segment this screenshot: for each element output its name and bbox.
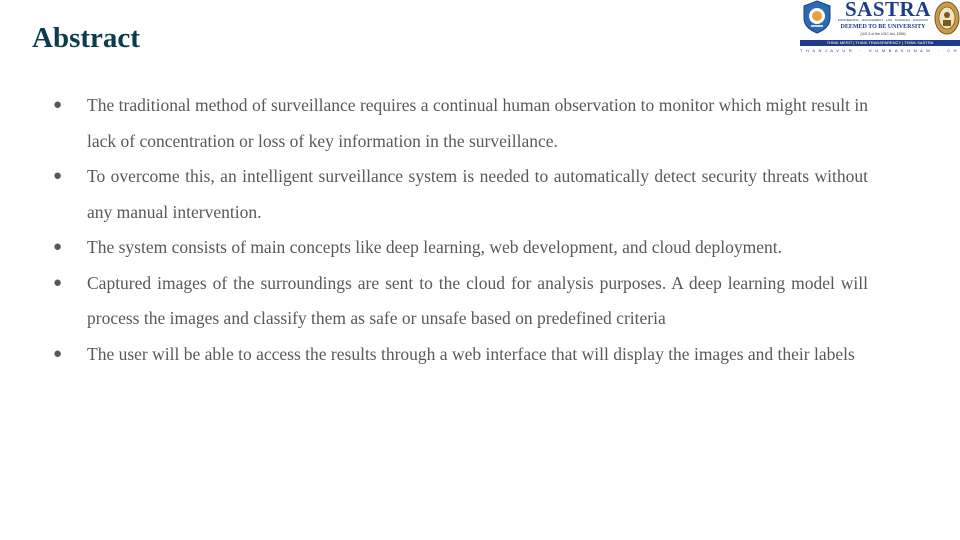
bullet-dot-icon: ● xyxy=(53,239,63,255)
logo-motto-bar: THINK MERIT | THINK TRANSPARENCY | THINK… xyxy=(800,40,960,46)
bullet-text: The system consists of main concepts lik… xyxy=(87,237,782,257)
bullet-text: The traditional method of surveillance r… xyxy=(87,95,868,151)
bullet-dot-icon: ● xyxy=(53,168,63,184)
bullet-item: ● To overcome this, an intelligent surve… xyxy=(53,159,868,230)
slide-title: Abstract xyxy=(32,22,140,54)
bullet-text: Captured images of the surroundings are … xyxy=(87,272,868,329)
logo-cities: THANJAVUR · KUMBAKONAM · CHENNAI xyxy=(800,48,960,53)
bullet-item: ● Captured images of the surroundings ar… xyxy=(53,266,868,337)
logo-ugc: (U/S 3 of the UGC Act, 1956) xyxy=(860,32,906,36)
university-logo: SASTRA ENGINEERING · MANAGEMENT · LAW · … xyxy=(800,0,960,58)
bullet-item: ● The user will be able to access the re… xyxy=(53,337,868,373)
university-crest-icon xyxy=(803,0,831,34)
abstract-bullet-list: ● The traditional method of surveillance… xyxy=(53,88,868,373)
bullet-item: ● The traditional method of surveillance… xyxy=(53,88,868,159)
university-seal-icon xyxy=(934,1,960,35)
bullet-dot-icon: ● xyxy=(53,274,63,291)
logo-tagline: ENGINEERING · MANAGEMENT · LAW · SCIENCE… xyxy=(838,19,928,22)
bullet-text: To overcome this, an intelligent surveil… xyxy=(87,166,868,222)
bullet-item: ● The system consists of main concepts l… xyxy=(53,230,868,266)
bullet-text: The user will be able to access the resu… xyxy=(87,343,855,364)
bullet-dot-icon: ● xyxy=(53,345,63,362)
logo-deemed: DEEMED TO BE UNIVERSITY xyxy=(840,24,926,30)
bullet-dot-icon: ● xyxy=(53,97,63,113)
